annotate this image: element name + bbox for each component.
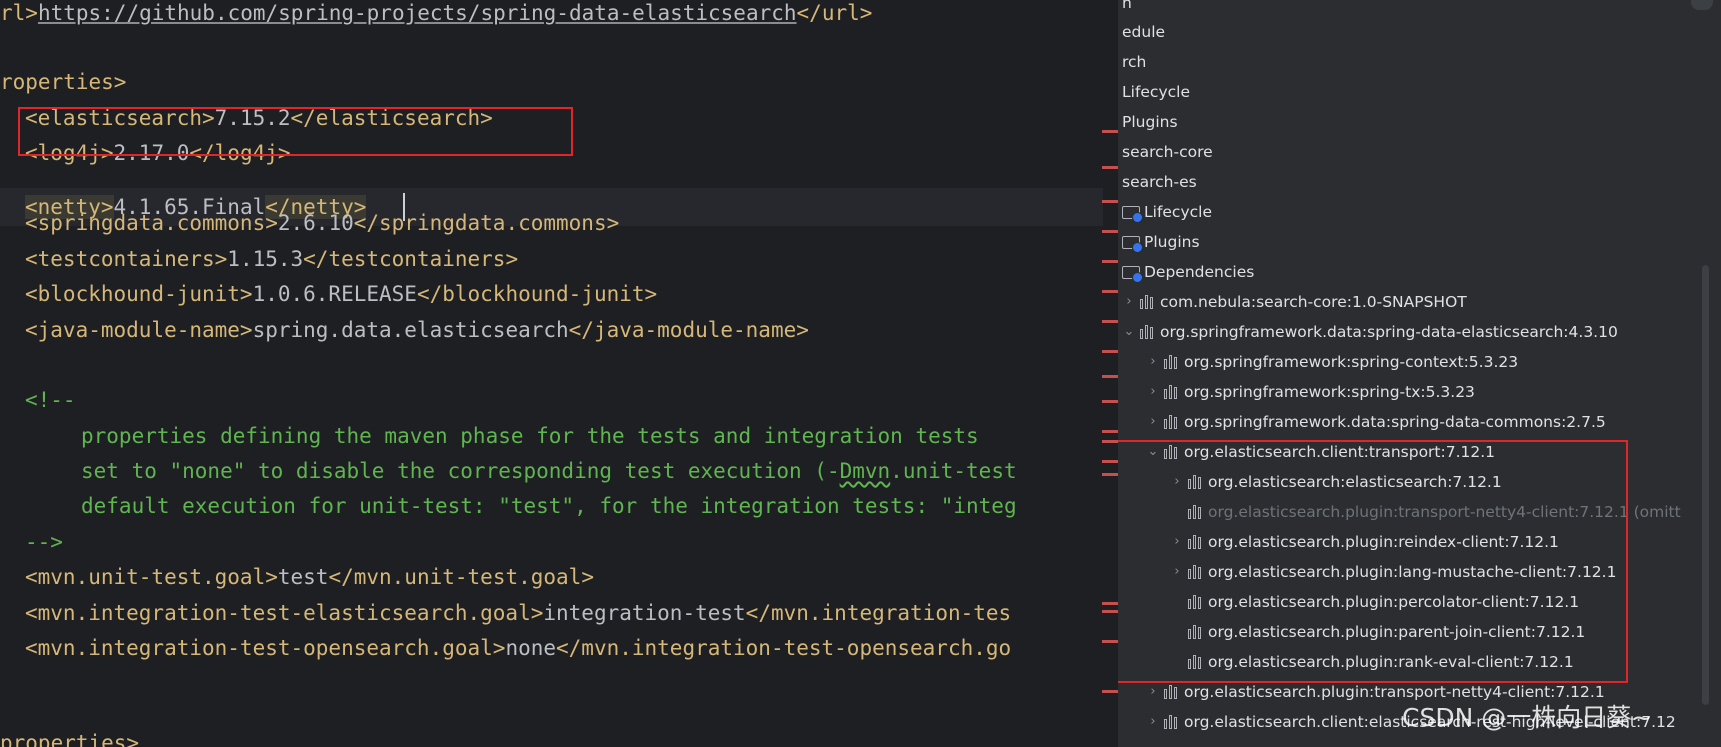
dependency-item[interactable]: › org.springframework.data:spring-data-co… bbox=[1146, 407, 1606, 437]
chevron-right-icon[interactable]: › bbox=[1146, 407, 1160, 437]
dependency-item[interactable]: › org.springframework:spring-tx:5.3.23 bbox=[1146, 377, 1475, 407]
tree-item-lifecycle[interactable]: Lifecycle bbox=[1122, 197, 1212, 227]
tree-item-plugins-top[interactable]: Plugins bbox=[1118, 107, 1178, 137]
dependency-item[interactable]: ⌄ org.springframework.data:spring-data-el… bbox=[1122, 317, 1618, 347]
tree-item-lifecycle-top[interactable]: Lifecycle bbox=[1118, 77, 1190, 107]
dependency-label: org.springframework.data:spring-data-com… bbox=[1184, 413, 1606, 431]
highlight-box-elasticsearch-version bbox=[18, 107, 573, 156]
tree-item-plugins[interactable]: Plugins bbox=[1122, 227, 1200, 257]
comment-open: <!-- bbox=[25, 388, 76, 412]
tree-item-search-es[interactable]: search-es bbox=[1118, 167, 1197, 197]
chevron-down-icon[interactable]: ⌄ bbox=[1122, 317, 1136, 347]
url-link[interactable]: https://github.com/spring-projects/sprin… bbox=[38, 1, 797, 25]
folder-gear-icon bbox=[1122, 235, 1143, 253]
code-line-springdata: <springdata.commons>2.6.10</springdata.c… bbox=[25, 211, 620, 235]
code-line-url: rl>https://github.com/spring-projects/sp… bbox=[0, 1, 873, 25]
code-line-it-opensearch-goal: <mvn.integration-test-opensearch.goal>no… bbox=[25, 636, 1012, 660]
code-line-testcontainers: <testcontainers>1.15.3</testcontainers> bbox=[25, 247, 519, 271]
comment-close: --> bbox=[25, 530, 63, 554]
code-line-java-module: <java-module-name>spring.data.elasticsea… bbox=[25, 318, 809, 342]
code-line-properties-close: properties> bbox=[0, 731, 140, 747]
folder-gear-icon bbox=[1122, 205, 1143, 223]
code-line-properties-open: roperties> bbox=[0, 70, 127, 94]
chevron-right-icon[interactable]: › bbox=[1146, 707, 1160, 737]
code-editor[interactable]: rl>https://github.com/spring-projects/sp… bbox=[0, 0, 1103, 747]
text-caret bbox=[403, 193, 405, 221]
tree-item-search[interactable]: rch bbox=[1118, 47, 1146, 77]
comment-line-2: set to "none" to disable the correspondi… bbox=[81, 459, 1017, 483]
tree-item-search-core[interactable]: search-core bbox=[1118, 137, 1213, 167]
code-line-unit-test-goal: <mvn.unit-test.goal>test</mvn.unit-test.… bbox=[25, 565, 594, 589]
comment-line-1: properties defining the maven phase for … bbox=[81, 424, 979, 448]
code-line-it-elasticsearch-goal: <mvn.integration-test-elasticsearch.goal… bbox=[25, 601, 1012, 625]
library-icon bbox=[1164, 715, 1180, 729]
library-icon bbox=[1164, 355, 1180, 369]
library-icon bbox=[1140, 325, 1156, 339]
comment-line-3: default execution for unit-test: "test",… bbox=[81, 494, 1017, 518]
library-icon bbox=[1140, 295, 1156, 309]
watermark: CSDN @一株向日葵~ bbox=[1402, 703, 1653, 732]
scrollbar-top[interactable] bbox=[1691, 0, 1713, 10]
chevron-right-icon[interactable]: › bbox=[1122, 287, 1136, 317]
dependency-item[interactable]: › org.springframework:spring-context:5.3.… bbox=[1146, 347, 1518, 377]
dependency-label: org.springframework:spring-tx:5.3.23 bbox=[1184, 383, 1475, 401]
tree-item-dependencies[interactable]: Dependencies bbox=[1122, 257, 1254, 287]
tree-item-top-0[interactable]: n bbox=[1118, 0, 1132, 18]
maven-tool-window[interactable]: n edule rch Lifecycle Plugins search-cor… bbox=[1118, 0, 1721, 747]
panel-scrollbar[interactable] bbox=[1702, 265, 1709, 705]
dependency-label: com.nebula:search-core:1.0-SNAPSHOT bbox=[1160, 293, 1467, 311]
library-icon bbox=[1164, 385, 1180, 399]
highlight-box-transport-deps bbox=[1118, 440, 1628, 683]
dependency-label: org.springframework:spring-context:5.3.2… bbox=[1184, 353, 1519, 371]
dependency-label: org.springframework.data:spring-data-ela… bbox=[1160, 323, 1618, 341]
code-line-blockhound: <blockhound-junit>1.0.6.RELEASE</blockho… bbox=[25, 282, 658, 306]
folder-library-icon bbox=[1122, 265, 1143, 283]
chevron-right-icon[interactable]: › bbox=[1146, 347, 1160, 377]
tree-item-module[interactable]: edule bbox=[1118, 17, 1165, 47]
library-icon bbox=[1164, 415, 1180, 429]
chevron-right-icon[interactable]: › bbox=[1146, 377, 1160, 407]
library-icon bbox=[1164, 685, 1180, 699]
dependency-item[interactable]: › com.nebula:search-core:1.0-SNAPSHOT bbox=[1122, 287, 1467, 317]
